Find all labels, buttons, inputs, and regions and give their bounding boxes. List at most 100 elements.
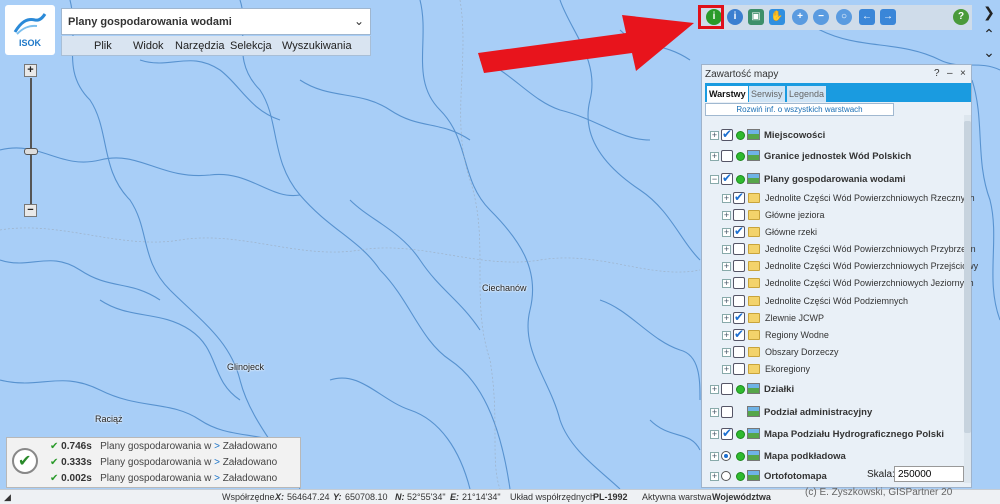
map-image-icon	[747, 150, 760, 161]
layer-checkbox[interactable]	[721, 150, 733, 162]
expand-icon[interactable]: +	[722, 279, 731, 288]
layer-checkbox[interactable]	[733, 277, 745, 289]
expand-icon[interactable]: +	[722, 194, 731, 203]
scale-input[interactable]	[894, 466, 964, 482]
history-forward-icon[interactable]: →	[880, 9, 896, 25]
expand-icon[interactable]: +	[722, 365, 731, 374]
menu-item-widok[interactable]: Widok	[133, 40, 164, 52]
help-icon[interactable]: ?	[934, 68, 940, 79]
layer-row[interactable]: + Podział administracyjny	[702, 405, 964, 422]
zoom-extent-icon[interactable]: ○	[836, 9, 852, 25]
layer-checkbox[interactable]	[721, 406, 733, 418]
help-icon[interactable]: ?	[953, 9, 969, 25]
expand-icon[interactable]: +	[722, 297, 731, 306]
layer-row[interactable]: + Ekoregiony	[702, 362, 964, 379]
layer-row[interactable]: + Główne jeziora	[702, 208, 964, 225]
layer-row[interactable]: + Jednolite Części Wód Powierzchniowych P…	[702, 242, 976, 259]
layer-row[interactable]: + Działki	[702, 382, 964, 399]
close-icon[interactable]: ×	[960, 68, 966, 79]
layer-checkbox[interactable]	[733, 346, 745, 358]
tab-warstwy[interactable]: Warstwy	[707, 86, 748, 102]
expand-icon[interactable]: +	[710, 152, 719, 161]
tab-serwisy[interactable]: Serwisy	[749, 86, 785, 102]
expand-icon[interactable]: +	[710, 430, 719, 439]
zoom-slider-handle[interactable]	[24, 148, 38, 155]
chevron-up-icon[interactable]: ⌃	[981, 26, 997, 43]
zoom-track[interactable]	[30, 78, 32, 204]
layer-radio[interactable]	[721, 471, 731, 481]
layer-row[interactable]: + Obszary Dorzeczy	[702, 345, 964, 362]
expand-all-button[interactable]: Rozwiń inf. o wszystkich warstwach	[705, 103, 894, 116]
layer-row[interactable]: + Mapa Podziału Hydrograficznego Polski	[702, 426, 964, 444]
chevron-right-icon[interactable]: ❯	[981, 4, 997, 21]
layer-checkbox[interactable]	[721, 426, 733, 440]
panel-scrollbar[interactable]	[964, 115, 971, 483]
zoom-out-button[interactable]: −	[24, 204, 37, 217]
layer-label: Główne rzeki	[765, 227, 818, 237]
layer-checkbox[interactable]	[733, 327, 745, 341]
layer-checkbox[interactable]	[733, 190, 745, 204]
layer-row[interactable]: + Jednolite Części Wód Powierzchniowych J…	[702, 276, 974, 293]
expand-icon[interactable]: +	[710, 385, 719, 394]
menu-item-wyszukiwania[interactable]: Wyszukiwania	[282, 40, 352, 52]
zoom-in-button[interactable]: +	[24, 64, 37, 77]
layer-row[interactable]: + Jednolite Części Wód Podziemnych	[702, 294, 964, 311]
layer-checkbox[interactable]	[733, 224, 745, 238]
history-back-icon[interactable]: ←	[859, 9, 875, 25]
menu-item-selekcja[interactable]: Selekcja	[230, 40, 272, 52]
layer-status-icon	[736, 175, 745, 184]
layer-row[interactable]: − Plany gospodarowania wodami	[702, 171, 964, 189]
chevron-down-icon[interactable]: ⌄	[981, 44, 997, 61]
expand-icon[interactable]: +	[722, 314, 731, 323]
layer-checkbox[interactable]	[733, 295, 745, 307]
map-image-icon	[747, 428, 760, 439]
layer-row[interactable]: + Jednolite Części Wód Powierzchniowych R…	[702, 190, 975, 208]
folder-icon	[748, 278, 760, 288]
menu-item-narzedzia[interactable]: Narzędzia	[175, 40, 225, 52]
expand-icon[interactable]: +	[722, 348, 731, 357]
expand-icon[interactable]: +	[722, 262, 731, 271]
expand-icon[interactable]: +	[710, 408, 719, 417]
layer-checkbox[interactable]	[721, 127, 733, 141]
layer-checkbox[interactable]	[733, 260, 745, 272]
layer-row[interactable]: + Zlewnie JCWP	[702, 310, 964, 328]
chevron-down-icon[interactable]: ⌄	[354, 14, 364, 28]
project-selector[interactable]: Plany gospodarowania wodami ⌄	[61, 8, 371, 35]
layer-row[interactable]: + Mapa podkładowa	[702, 449, 964, 466]
layer-row[interactable]: + Granice jednostek Wód Polskich	[702, 149, 964, 166]
layer-row[interactable]: + Jednolite Części Wód Powierzchniowych P…	[702, 259, 978, 276]
scrollbar-thumb[interactable]	[964, 121, 971, 433]
expand-icon[interactable]: +	[710, 131, 719, 140]
pan-hand-icon[interactable]: ✋	[769, 9, 785, 25]
layer-checkbox[interactable]	[721, 171, 733, 185]
layer-checkbox[interactable]	[733, 310, 745, 324]
expand-icon[interactable]: +	[710, 472, 719, 481]
layer-radio[interactable]	[721, 451, 731, 461]
expand-icon[interactable]: +	[722, 331, 731, 340]
layer-row[interactable]: + Regiony Wodne	[702, 327, 964, 345]
isok-logo[interactable]: ISOK	[5, 5, 55, 55]
expand-icon[interactable]: +	[722, 245, 731, 254]
resize-icon[interactable]: ◢	[4, 492, 11, 503]
collapse-icon[interactable]: −	[710, 175, 719, 184]
expand-icon[interactable]: +	[722, 228, 731, 237]
menu-item-plik[interactable]: Plik	[94, 40, 112, 52]
zoom-out-icon[interactable]: −	[813, 9, 829, 25]
layer-checkbox[interactable]	[733, 243, 745, 255]
expand-icon[interactable]: +	[710, 452, 719, 461]
folder-icon	[748, 364, 760, 374]
select-area-icon[interactable]: ▣	[748, 9, 764, 25]
layer-checkbox[interactable]	[733, 363, 745, 375]
layer-label: Ekoregiony	[765, 364, 811, 374]
layer-row[interactable]: + Miejscowości	[702, 127, 964, 145]
info-blue-icon[interactable]: i	[727, 9, 743, 25]
minimize-icon[interactable]: –	[947, 68, 953, 79]
layer-row[interactable]: + Główne rzeki	[702, 224, 964, 242]
zoom-in-icon[interactable]: +	[792, 9, 808, 25]
coords-label: Współrzędne	[222, 492, 275, 502]
layer-checkbox[interactable]	[733, 209, 745, 221]
tab-legenda[interactable]: Legenda	[787, 86, 827, 102]
folder-icon	[748, 210, 760, 220]
expand-icon[interactable]: +	[722, 211, 731, 220]
layer-checkbox[interactable]	[721, 383, 733, 395]
